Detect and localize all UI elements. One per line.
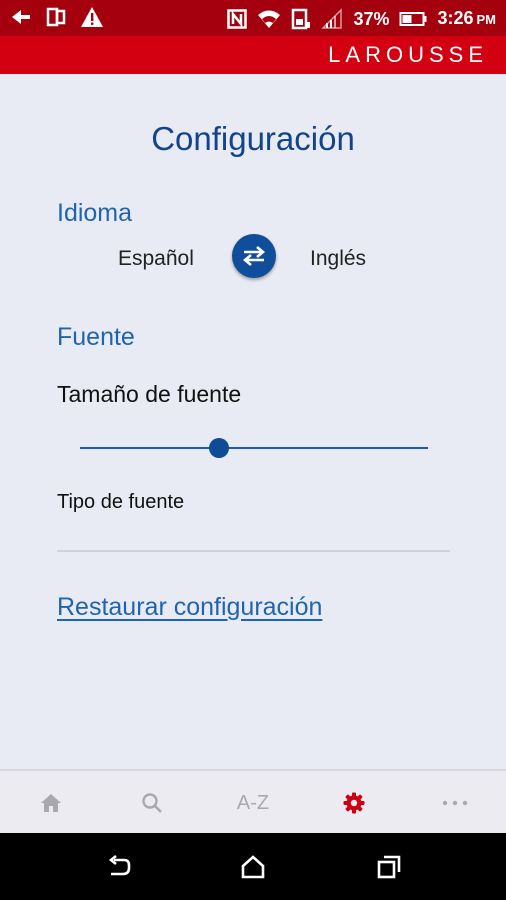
divider (57, 550, 450, 552)
swap-language-button[interactable] (232, 234, 276, 278)
more-icon (443, 800, 468, 806)
gear-icon (343, 792, 365, 814)
nav-search[interactable] (101, 771, 202, 835)
home-icon (40, 794, 61, 812)
search-icon (142, 793, 162, 813)
dual-screen-icon (46, 6, 66, 28)
system-back-button[interactable] (104, 852, 134, 882)
font-size-slider-track[interactable] (80, 447, 428, 449)
back-arrow-icon (10, 6, 32, 28)
signal-icon (321, 8, 343, 30)
page-title: Configuración (151, 120, 355, 157)
font-type-label[interactable]: Tipo de fuente (57, 491, 184, 514)
nfc-icon (227, 8, 248, 30)
font-heading: Fuente (57, 323, 135, 351)
nav-more[interactable] (405, 771, 506, 835)
storage-icon (291, 8, 311, 30)
wifi-icon (257, 8, 281, 30)
swap-arrows-icon (242, 246, 266, 266)
source-language[interactable]: Español (118, 247, 194, 271)
target-language[interactable]: Inglés (310, 247, 366, 271)
status-bar-right: 37% 3:26 PM (227, 6, 496, 32)
recents-icon (377, 855, 401, 879)
system-nav-bar (0, 833, 506, 900)
nav-home[interactable] (0, 771, 101, 835)
nav-a-z[interactable]: A-Z (202, 771, 303, 835)
restore-settings-link[interactable]: Restaurar configuración (57, 593, 322, 622)
clock-suffix: PM (476, 12, 497, 27)
clock-time: 3:26 (437, 8, 474, 28)
system-home-button[interactable] (238, 852, 268, 882)
home-icon (241, 855, 265, 879)
brand-logo: LAROUSSE (328, 42, 488, 67)
app-bar: LAROUSSE (0, 36, 506, 74)
bottom-nav: A-Z (0, 769, 506, 835)
warning-icon (80, 6, 104, 28)
battery-percent: 37% (353, 9, 390, 29)
system-recents-button[interactable] (374, 852, 404, 882)
font-size-label: Tamaño de fuente (57, 381, 242, 407)
a-z-label: A-Z (236, 791, 270, 814)
font-size-slider-thumb[interactable] (209, 438, 230, 458)
back-icon (108, 855, 131, 876)
clock: 3:26 PM (437, 6, 496, 32)
status-bar-left (10, 6, 104, 28)
language-heading: Idioma (57, 199, 133, 227)
battery-icon (399, 8, 427, 30)
nav-settings[interactable] (304, 771, 405, 835)
status-bar: 37% 3:26 PM (0, 0, 506, 36)
